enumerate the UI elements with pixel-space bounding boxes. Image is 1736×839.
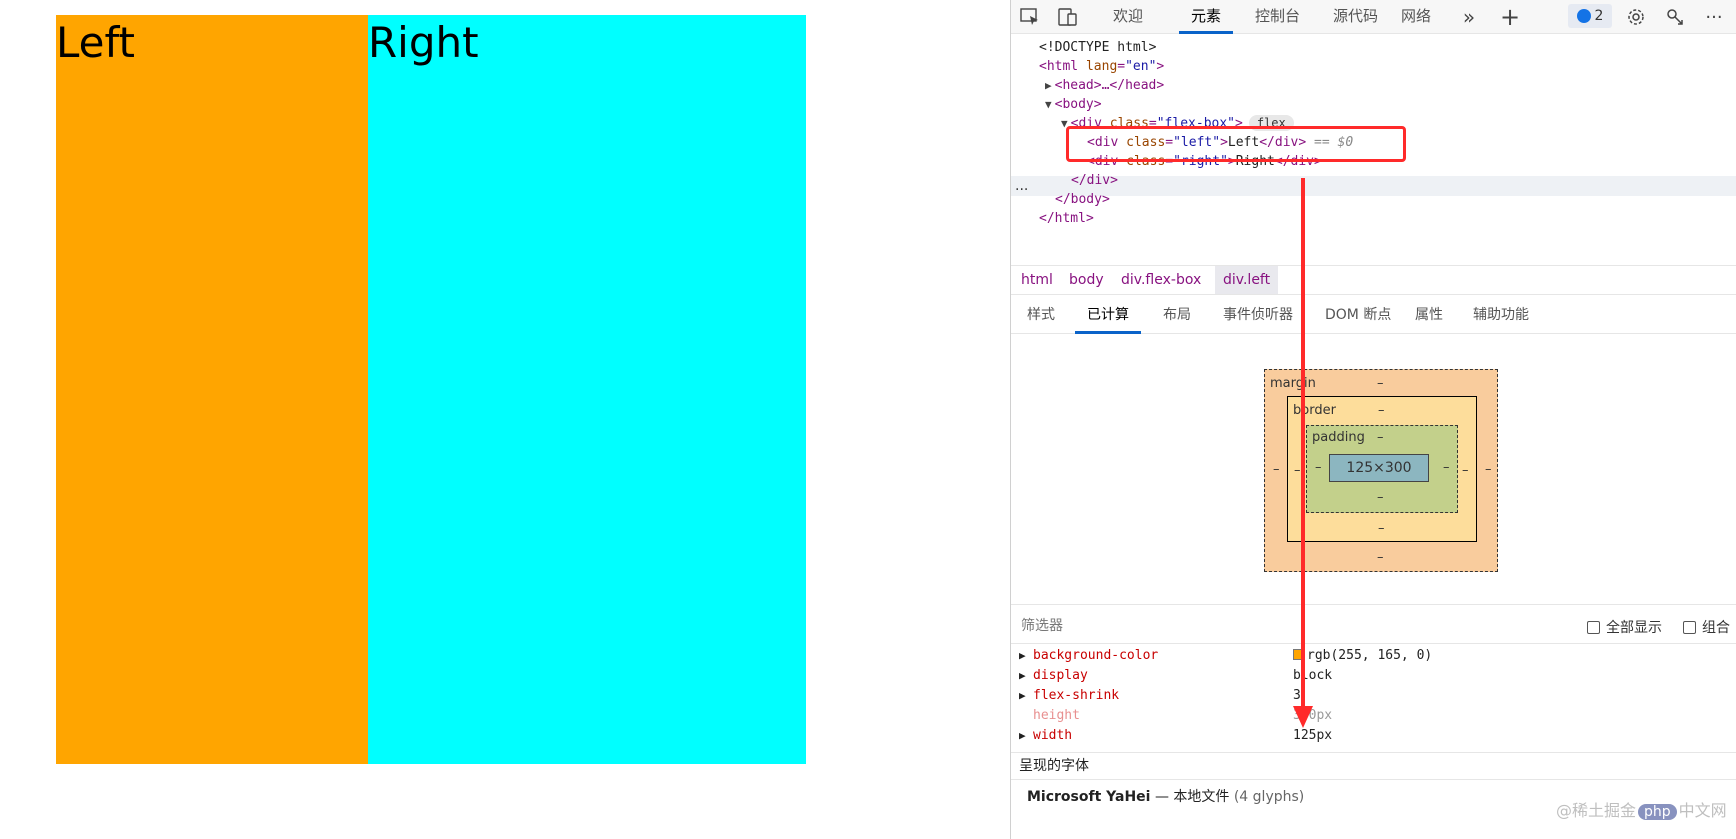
device-emulation-icon[interactable] xyxy=(1055,4,1081,30)
rendered-fonts-header[interactable]: 呈现的字体 xyxy=(1011,752,1736,780)
tab-layout[interactable]: 布局 xyxy=(1151,298,1203,334)
devtools-toolbar: 欢迎 元素 控制台 源代码 网络 » + 2 ··· xyxy=(1011,0,1736,34)
color-swatch-icon[interactable] xyxy=(1293,649,1304,660)
add-tab-icon[interactable]: + xyxy=(1497,3,1523,31)
breadcrumb-left[interactable]: div.left xyxy=(1215,266,1279,294)
connect-icon[interactable] xyxy=(1662,4,1688,30)
tab-sources[interactable]: 源代码 xyxy=(1321,0,1390,34)
tab-console[interactable]: 控制台 xyxy=(1243,0,1312,34)
tab-network[interactable]: 网络 xyxy=(1389,0,1443,34)
expand-icon[interactable]: ▶ xyxy=(1045,79,1052,92)
expand-icon[interactable]: ▶ xyxy=(1019,666,1026,686)
box-model-border[interactable]: border – – – – padding – – – – 125×300 xyxy=(1287,396,1477,542)
more-options-icon[interactable]: ··· xyxy=(1701,4,1727,30)
screenshot-stage: Left Right 欢迎 元素 控制台 源代码 网络 » + 2 ··· ..… xyxy=(0,0,1736,839)
breadcrumb-body[interactable]: body xyxy=(1061,266,1112,294)
right-box[interactable]: Right xyxy=(368,15,806,764)
rendered-font-entry: Microsoft YaHei — 本地文件 (4 glyphs) xyxy=(1027,789,1305,805)
highlight-annotation-box xyxy=(1066,126,1406,162)
filter-input[interactable]: 筛选器 xyxy=(1021,615,1063,635)
tab-elements[interactable]: 元素 xyxy=(1179,0,1234,34)
dom-flexbox-close[interactable]: </div> xyxy=(1071,171,1118,191)
checkbox-icon xyxy=(1683,620,1696,634)
tab-accessibility[interactable]: 辅助功能 xyxy=(1461,298,1541,334)
node-actions-icon[interactable]: ... xyxy=(1015,178,1028,194)
watermark: @稀土掘金 php 中文网 xyxy=(1556,801,1727,820)
dom-html-open[interactable]: <html lang="en"> xyxy=(1039,57,1164,77)
tab-computed[interactable]: 已计算 xyxy=(1075,298,1141,334)
tab-dom-breakpoints[interactable]: DOM 断点 xyxy=(1313,298,1403,334)
breadcrumb-html[interactable]: html xyxy=(1013,266,1061,294)
computed-row-background-color[interactable]: ▶ background-color rgb(255, 165, 0) xyxy=(1011,646,1736,666)
expand-icon[interactable]: ▶ xyxy=(1019,686,1026,706)
tab-event-listeners[interactable]: 事件侦听器 xyxy=(1211,298,1305,334)
box-model-padding[interactable]: padding – – – – 125×300 xyxy=(1306,425,1458,513)
expand-icon[interactable]: ▶ xyxy=(1019,646,1026,666)
breadcrumb-flex-box[interactable]: div.flex-box xyxy=(1113,266,1209,294)
dom-doctype[interactable]: <!DOCTYPE html> xyxy=(1039,38,1156,58)
dom-body-open[interactable]: ▼ <body> xyxy=(1045,95,1102,115)
dom-body-close[interactable]: </body> xyxy=(1055,190,1110,210)
computed-properties: ▶ background-color rgb(255, 165, 0) ▶ di… xyxy=(1011,646,1736,751)
dom-html-close[interactable]: </html> xyxy=(1039,209,1094,229)
tab-welcome[interactable]: 欢迎 xyxy=(1101,0,1155,34)
breadcrumb: html body div.flex-box div.left xyxy=(1011,265,1736,295)
issues-badge[interactable]: 2 xyxy=(1568,4,1612,28)
tab-properties[interactable]: 属性 xyxy=(1403,298,1455,334)
inspect-icon[interactable] xyxy=(1017,4,1043,30)
settings-icon[interactable] xyxy=(1623,4,1649,30)
issues-icon xyxy=(1576,9,1591,23)
tab-styles[interactable]: 样式 xyxy=(1015,298,1067,334)
page-preview: Left Right xyxy=(0,0,1010,839)
box-model-margin[interactable]: margin – – – – border – – – – padding – … xyxy=(1264,369,1498,572)
flex-box-container: Left Right xyxy=(56,15,806,764)
styles-subtabs: 样式 已计算 布局 事件侦听器 DOM 断点 属性 辅助功能 xyxy=(1011,298,1736,334)
computed-filter-row: 筛选器 全部显示 组合 xyxy=(1011,604,1736,644)
more-tabs-icon[interactable]: » xyxy=(1456,4,1482,30)
group-checkbox[interactable]: 组合 xyxy=(1683,617,1730,637)
left-box[interactable]: Left xyxy=(56,15,368,764)
checkbox-icon xyxy=(1587,620,1600,634)
expand-icon[interactable]: ▶ xyxy=(1019,726,1026,746)
php-logo: php xyxy=(1638,804,1677,820)
issues-count: 2 xyxy=(1594,8,1604,24)
selected-node-highlight xyxy=(1011,176,1736,196)
dom-head[interactable]: ▶ <head>…</head> xyxy=(1045,76,1164,96)
show-all-checkbox[interactable]: 全部显示 xyxy=(1587,617,1662,637)
computed-row-flex-shrink[interactable]: ▶ flex-shrink 3 xyxy=(1011,686,1736,706)
box-model-content[interactable]: 125×300 xyxy=(1329,454,1429,482)
computed-row-width[interactable]: ▶ width 125px xyxy=(1011,726,1736,746)
box-model-area: margin – – – – border – – – – padding – … xyxy=(1011,335,1736,600)
computed-row-height[interactable]: height 300px xyxy=(1011,706,1736,726)
computed-row-display[interactable]: ▶ display block xyxy=(1011,666,1736,686)
collapse-icon[interactable]: ▼ xyxy=(1045,98,1052,111)
